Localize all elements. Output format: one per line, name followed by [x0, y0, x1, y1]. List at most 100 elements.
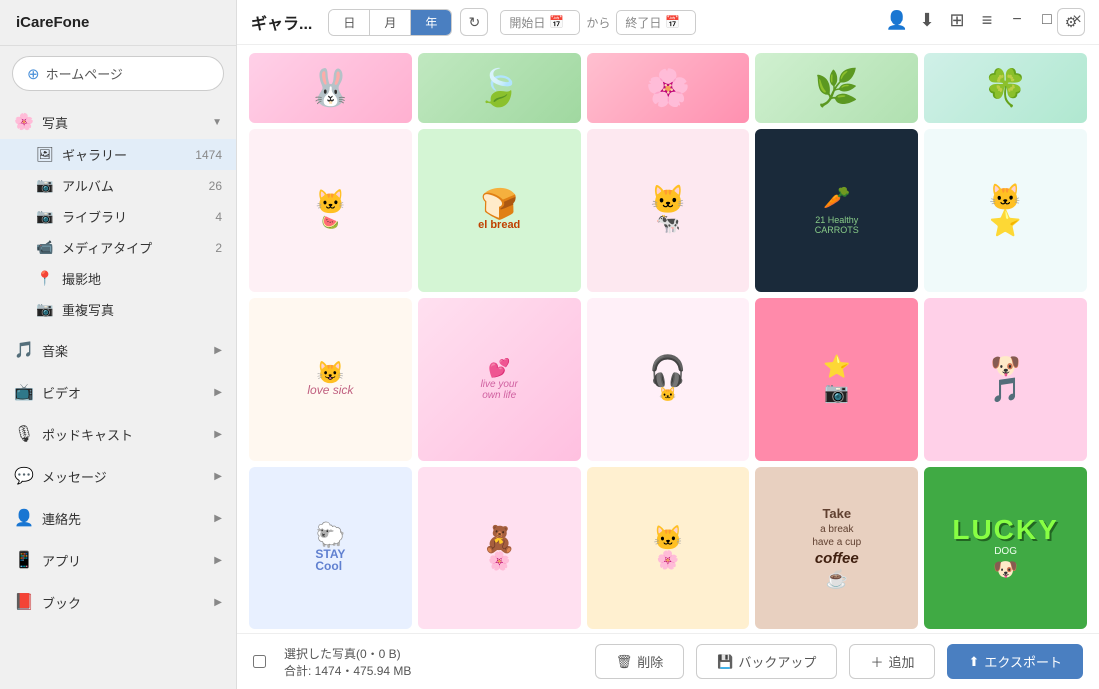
thumb-3-1[interactable]: 🐑 STAYCool	[249, 467, 412, 630]
delete-icon: 🗑	[616, 654, 633, 670]
add-icon: ＋	[870, 652, 883, 671]
sidebar-item-duplicate[interactable]: 📷 重複写真	[0, 294, 236, 325]
sidebar-item-messages[interactable]: 💬 メッセージ ▶	[0, 459, 236, 493]
thumb-3-5[interactable]: LUCKY DOG 🐶	[924, 467, 1087, 630]
thumb-2-2[interactable]: 💕 live yourown life	[418, 298, 581, 461]
gallery-count: 1474	[195, 148, 222, 162]
restore-button[interactable]: □	[1033, 6, 1061, 34]
thumb-2-4[interactable]: ⭐ 📷	[755, 298, 918, 461]
music-chevron: ▶	[214, 345, 222, 356]
window-controls: 👤 ⬇ ⊞ ≡ − □ ×	[875, 0, 1099, 40]
sidebar-item-photos[interactable]: 🌸 写真 ▼	[0, 105, 236, 139]
calendar-end-icon: 📅	[665, 15, 680, 29]
home-button-label: ホームページ	[46, 64, 123, 83]
close-button[interactable]: ×	[1063, 6, 1091, 34]
thumb-0-2[interactable]: 🍃	[418, 53, 581, 123]
messages-label: メッセージ	[42, 467, 206, 486]
add-label: 追加	[888, 652, 914, 671]
tab-month[interactable]: 月	[370, 10, 411, 35]
grid-button[interactable]: ⊞	[943, 6, 971, 34]
menu-button[interactable]: ≡	[973, 6, 1001, 34]
add-button[interactable]: ＋ 追加	[849, 644, 935, 679]
gallery-scroll[interactable]: 🐰 🍃 🌸 🌿 🍀 🐱🍉 🍞el bread	[237, 45, 1099, 633]
refresh-button[interactable]: ↻	[460, 8, 488, 36]
date-start-input[interactable]: 開始日 📅	[500, 10, 580, 35]
sidebar-item-video[interactable]: 📺 ビデオ ▶	[0, 375, 236, 409]
sidebar-item-books[interactable]: 📕 ブック ▶	[0, 585, 236, 619]
sidebar-item-apps[interactable]: 📱 アプリ ▶	[0, 543, 236, 577]
delete-button[interactable]: 🗑 削除	[595, 644, 685, 679]
sidebar-item-music[interactable]: 🎵 音楽 ▶	[0, 333, 236, 367]
apps-icon: 📱	[14, 550, 34, 570]
contacts-chevron: ▶	[214, 513, 222, 524]
home-button[interactable]: ⊕ ホームページ	[12, 56, 224, 91]
thumb-3-2[interactable]: 🧸🌸	[418, 467, 581, 630]
tab-day[interactable]: 日	[329, 10, 370, 35]
toolbar: ギャラ... 日 月 年 ↻ 開始日 📅 から 終了日 📅	[237, 0, 1099, 45]
podcast-icon: 🎙	[14, 424, 34, 444]
refresh-icon: ↻	[469, 14, 481, 31]
app-title: iCareFone	[0, 0, 236, 46]
thumb-0-4[interactable]: 🌿	[755, 53, 918, 123]
thumb-1-5[interactable]: 🐱⭐	[924, 129, 1087, 292]
footer: 選択した写真(0・0 B) 合計: 1474・475.94 MB 🗑 削除 💾 …	[237, 633, 1099, 689]
total-info: 合計: 1474・475.94 MB	[284, 662, 411, 679]
mediatype-count: 2	[215, 241, 222, 255]
home-icon: ⊕	[27, 65, 40, 83]
photos-section: 🌸 写真 ▼ 🖼 ギャラリー 1474 📷 アルバム 26 📷 ライブラリ 4 …	[0, 101, 236, 329]
backup-label: バックアップ	[738, 652, 816, 671]
video-label: ビデオ	[42, 383, 206, 402]
thumb-0-3[interactable]: 🌸	[587, 53, 750, 123]
select-all-checkbox[interactable]	[253, 655, 266, 668]
album-icon: 📷	[36, 177, 54, 194]
sidebar-item-podcast[interactable]: 🎙 ポッドキャスト ▶	[0, 417, 236, 451]
backup-button[interactable]: 💾 バックアップ	[696, 644, 837, 679]
date-end-input[interactable]: 終了日 📅	[616, 10, 696, 35]
thumb-3-3[interactable]: 🐱🌸	[587, 467, 750, 630]
sidebar-item-location[interactable]: 📍 撮影地	[0, 263, 236, 294]
thumb-2-3[interactable]: 🎧🐱	[587, 298, 750, 461]
photos-icon: 🌸	[14, 112, 34, 132]
thumb-1-1[interactable]: 🐱🍉	[249, 129, 412, 292]
account-button[interactable]: 👤	[883, 6, 911, 34]
thumb-2-1[interactable]: 😺 love sick	[249, 298, 412, 461]
album-count: 26	[209, 179, 222, 193]
sidebar-item-library[interactable]: 📷 ライブラリ 4	[0, 201, 236, 232]
contacts-icon: 👤	[14, 508, 34, 528]
tab-group: 日 月 年	[328, 9, 452, 36]
tab-year[interactable]: 年	[411, 10, 451, 35]
export-button[interactable]: ⬆ エクスポート	[947, 644, 1083, 679]
music-label: 音楽	[42, 341, 206, 360]
apps-label: アプリ	[42, 551, 206, 570]
sidebar-item-contacts[interactable]: 👤 連絡先 ▶	[0, 501, 236, 535]
library-icon: 📷	[36, 208, 54, 225]
thumb-2-5[interactable]: 🐶🎵	[924, 298, 1087, 461]
podcast-label: ポッドキャスト	[42, 425, 206, 444]
music-section: 🎵 音楽 ▶	[0, 329, 236, 371]
messages-section: 💬 メッセージ ▶	[0, 455, 236, 497]
gallery-title: ギャラ...	[251, 10, 312, 34]
books-section: 📕 ブック ▶	[0, 581, 236, 623]
footer-selection-info: 選択した写真(0・0 B) 合計: 1474・475.94 MB	[284, 645, 411, 679]
contacts-label: 連絡先	[42, 509, 206, 528]
sidebar-item-mediatype[interactable]: 📹 メディアタイプ 2	[0, 232, 236, 263]
location-icon: 📍	[36, 270, 54, 287]
thumb-1-4[interactable]: 🥕 21 Healthy CARROTS	[755, 129, 918, 292]
thumb-1-2[interactable]: 🍞el bread	[418, 129, 581, 292]
sidebar-item-gallery[interactable]: 🖼 ギャラリー 1474	[0, 139, 236, 170]
date-start-placeholder: 開始日	[509, 14, 545, 31]
gallery-grid: 🐰 🍃 🌸 🌿 🍀 🐱🍉 🍞el bread	[249, 53, 1087, 633]
thumb-1-3[interactable]: 🐱🐄	[587, 129, 750, 292]
download-button[interactable]: ⬇	[913, 6, 941, 34]
thumb-3-4[interactable]: Take a break have a cup coffee ☕	[755, 467, 918, 630]
thumb-0-5[interactable]: 🍀	[924, 53, 1087, 123]
sidebar: iCareFone ⊕ ホームページ 🌸 写真 ▼ 🖼 ギャラリー 1474 📷…	[0, 0, 237, 689]
books-chevron: ▶	[214, 597, 222, 608]
books-label: ブック	[42, 593, 206, 612]
minimize-button[interactable]: −	[1003, 6, 1031, 34]
thumb-0-1[interactable]: 🐰	[249, 53, 412, 123]
mediatype-label: メディアタイプ	[62, 238, 207, 257]
sidebar-item-album[interactable]: 📷 アルバム 26	[0, 170, 236, 201]
messages-icon: 💬	[14, 466, 34, 486]
duplicate-icon: 📷	[36, 301, 54, 318]
